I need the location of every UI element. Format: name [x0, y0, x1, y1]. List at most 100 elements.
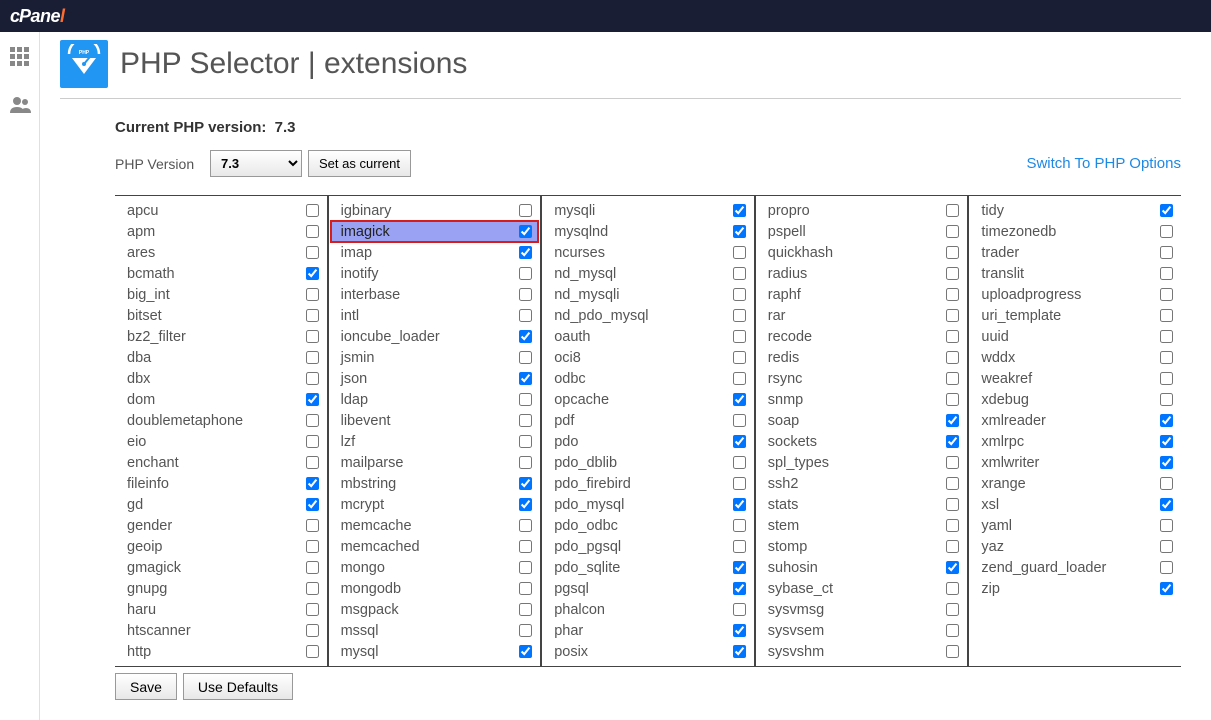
ext-label[interactable]: mbstring: [341, 476, 397, 492]
ext-label[interactable]: weakref: [981, 371, 1032, 387]
ext-checkbox-haru[interactable]: [306, 603, 319, 616]
ext-label[interactable]: bz2_filter: [127, 329, 186, 345]
ext-label[interactable]: posix: [554, 644, 588, 660]
ext-checkbox-doublemetaphone[interactable]: [306, 414, 319, 427]
ext-checkbox-sybase_ct[interactable]: [946, 582, 959, 595]
ext-checkbox-mongo[interactable]: [519, 561, 532, 574]
ext-checkbox-gnupg[interactable]: [306, 582, 319, 595]
ext-label[interactable]: eio: [127, 434, 146, 450]
ext-checkbox-stem[interactable]: [946, 519, 959, 532]
set-as-current-button[interactable]: Set as current: [308, 150, 411, 177]
ext-checkbox-rsync[interactable]: [946, 372, 959, 385]
ext-label[interactable]: fileinfo: [127, 476, 169, 492]
ext-label[interactable]: gender: [127, 518, 172, 534]
ext-label[interactable]: pgsql: [554, 581, 589, 597]
users-icon[interactable]: [9, 95, 31, 121]
ext-checkbox-sysvsem[interactable]: [946, 624, 959, 637]
ext-label[interactable]: gmagick: [127, 560, 181, 576]
ext-checkbox-soap[interactable]: [946, 414, 959, 427]
ext-label[interactable]: mongo: [341, 560, 385, 576]
ext-checkbox-opcache[interactable]: [733, 393, 746, 406]
ext-checkbox-pgsql[interactable]: [733, 582, 746, 595]
ext-checkbox-pdo[interactable]: [733, 435, 746, 448]
ext-checkbox-gmagick[interactable]: [306, 561, 319, 574]
ext-checkbox-quickhash[interactable]: [946, 246, 959, 259]
ext-checkbox-apm[interactable]: [306, 225, 319, 238]
ext-label[interactable]: apm: [127, 224, 155, 240]
ext-label[interactable]: propro: [768, 203, 810, 219]
ext-checkbox-mailparse[interactable]: [519, 456, 532, 469]
ext-label[interactable]: raphf: [768, 287, 801, 303]
ext-label[interactable]: geoip: [127, 539, 162, 555]
ext-label[interactable]: enchant: [127, 455, 179, 471]
ext-label[interactable]: ncurses: [554, 245, 605, 261]
ext-label[interactable]: uploadprogress: [981, 287, 1081, 303]
ext-label[interactable]: ioncube_loader: [341, 329, 440, 345]
ext-label[interactable]: lzf: [341, 434, 356, 450]
ext-checkbox-mysqlnd[interactable]: [733, 225, 746, 238]
ext-label[interactable]: zip: [981, 581, 1000, 597]
ext-checkbox-interbase[interactable]: [519, 288, 532, 301]
ext-checkbox-radius[interactable]: [946, 267, 959, 280]
ext-checkbox-zip[interactable]: [1160, 582, 1173, 595]
ext-checkbox-wddx[interactable]: [1160, 351, 1173, 364]
ext-label[interactable]: bitset: [127, 308, 162, 324]
php-version-select[interactable]: 7.3: [210, 150, 302, 177]
ext-label[interactable]: phalcon: [554, 602, 605, 618]
ext-checkbox-rar[interactable]: [946, 309, 959, 322]
ext-checkbox-dbx[interactable]: [306, 372, 319, 385]
ext-label[interactable]: mssql: [341, 623, 379, 639]
ext-checkbox-translit[interactable]: [1160, 267, 1173, 280]
ext-checkbox-xdebug[interactable]: [1160, 393, 1173, 406]
ext-checkbox-mysqli[interactable]: [733, 204, 746, 217]
ext-checkbox-igbinary[interactable]: [519, 204, 532, 217]
ext-label[interactable]: mysql: [341, 644, 379, 660]
ext-checkbox-jsmin[interactable]: [519, 351, 532, 364]
ext-checkbox-oci8[interactable]: [733, 351, 746, 364]
ext-label[interactable]: uri_template: [981, 308, 1061, 324]
ext-label[interactable]: dba: [127, 350, 151, 366]
ext-label[interactable]: trader: [981, 245, 1019, 261]
ext-label[interactable]: yaz: [981, 539, 1004, 555]
ext-label[interactable]: stomp: [768, 539, 808, 555]
ext-checkbox-libevent[interactable]: [519, 414, 532, 427]
ext-checkbox-sysvshm[interactable]: [946, 645, 959, 658]
ext-label[interactable]: xmlwriter: [981, 455, 1039, 471]
ext-checkbox-pdo_pgsql[interactable]: [733, 540, 746, 553]
ext-label[interactable]: ldap: [341, 392, 368, 408]
ext-checkbox-redis[interactable]: [946, 351, 959, 364]
ext-label[interactable]: dbx: [127, 371, 150, 387]
ext-label[interactable]: oauth: [554, 329, 590, 345]
ext-label[interactable]: interbase: [341, 287, 401, 303]
ext-label[interactable]: mailparse: [341, 455, 404, 471]
ext-label[interactable]: apcu: [127, 203, 158, 219]
ext-checkbox-tidy[interactable]: [1160, 204, 1173, 217]
ext-label[interactable]: nd_pdo_mysql: [554, 308, 648, 324]
grid-icon[interactable]: [10, 47, 30, 73]
ext-checkbox-stomp[interactable]: [946, 540, 959, 553]
ext-checkbox-uploadprogress[interactable]: [1160, 288, 1173, 301]
ext-label[interactable]: haru: [127, 602, 156, 618]
ext-label[interactable]: msgpack: [341, 602, 399, 618]
ext-label[interactable]: spl_types: [768, 455, 829, 471]
ext-checkbox-uuid[interactable]: [1160, 330, 1173, 343]
ext-label[interactable]: sysvmsg: [768, 602, 824, 618]
ext-label[interactable]: memcache: [341, 518, 412, 534]
ext-checkbox-yaml[interactable]: [1160, 519, 1173, 532]
ext-checkbox-ldap[interactable]: [519, 393, 532, 406]
ext-checkbox-dom[interactable]: [306, 393, 319, 406]
ext-label[interactable]: pdo_pgsql: [554, 539, 621, 555]
ext-label[interactable]: radius: [768, 266, 808, 282]
ext-label[interactable]: snmp: [768, 392, 803, 408]
ext-checkbox-imap[interactable]: [519, 246, 532, 259]
ext-checkbox-pdo_dblib[interactable]: [733, 456, 746, 469]
ext-label[interactable]: wddx: [981, 350, 1015, 366]
ext-checkbox-msgpack[interactable]: [519, 603, 532, 616]
ext-label[interactable]: imap: [341, 245, 372, 261]
ext-label[interactable]: rsync: [768, 371, 803, 387]
ext-label[interactable]: pdo_mysql: [554, 497, 624, 513]
ext-checkbox-mcrypt[interactable]: [519, 498, 532, 511]
ext-checkbox-xmlwriter[interactable]: [1160, 456, 1173, 469]
ext-checkbox-zend_guard_loader[interactable]: [1160, 561, 1173, 574]
ext-label[interactable]: mysqli: [554, 203, 595, 219]
